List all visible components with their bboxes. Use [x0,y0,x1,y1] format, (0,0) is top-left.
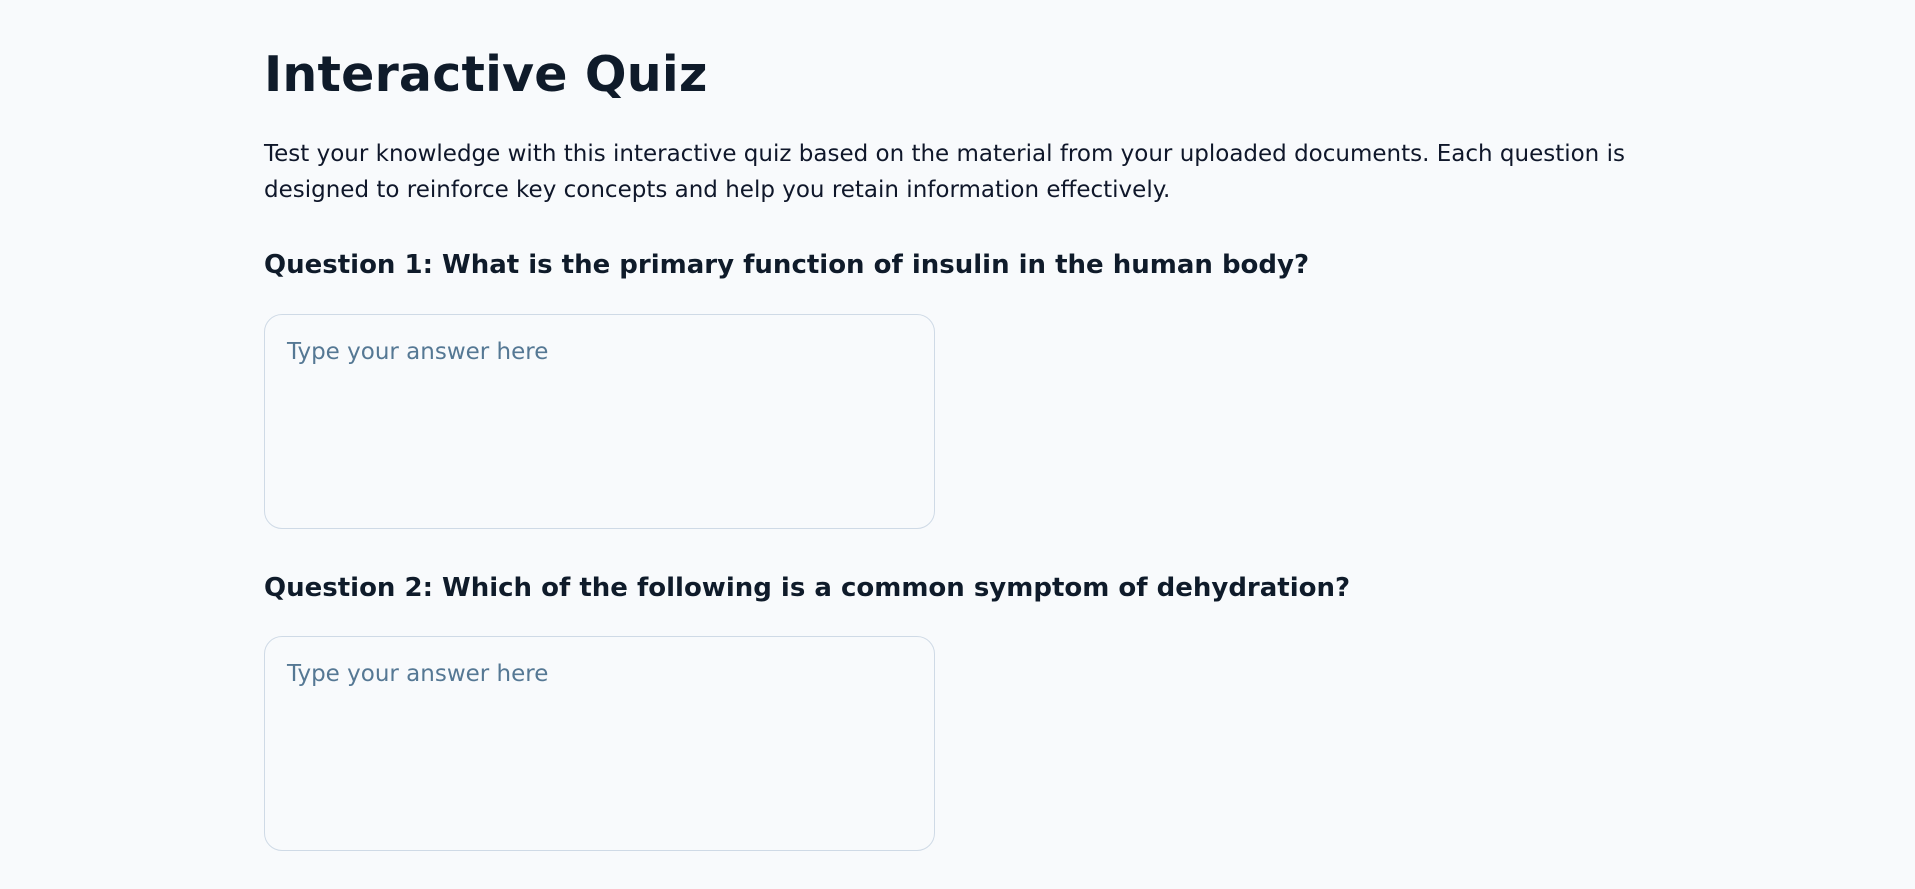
question-2-answer-input[interactable] [264,636,935,851]
quiz-intro: Test your knowledge with this interactiv… [264,141,1625,203]
question-1-label: Question 1: What is the primary function… [264,250,1310,280]
question-2-label: Question 2: Which of the following is a … [264,573,1351,603]
question-1-answer-input[interactable] [264,314,935,529]
page-title: Interactive Quiz [264,46,708,103]
